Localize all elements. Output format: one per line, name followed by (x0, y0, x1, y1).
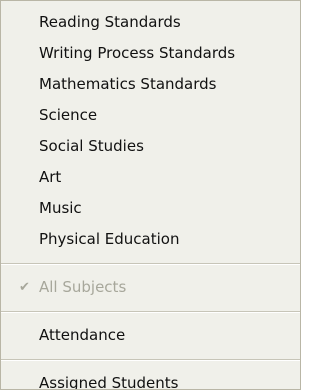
checkmark-icon: ✔ (19, 280, 30, 295)
menu-item-label: Attendance (39, 326, 126, 344)
menu-item-label: All Subjects (39, 278, 127, 296)
menu-item-mathematics-standards[interactable]: Mathematics Standards (1, 69, 300, 100)
menu-item-label: Assigned Students (39, 374, 179, 390)
menu-list: Reading Standards Writing Process Standa… (1, 7, 300, 390)
menu-item-label: Music (39, 199, 82, 217)
menu-item-label: Physical Education (39, 230, 180, 248)
menu-item-label: Art (39, 168, 62, 186)
menu-item-attendance[interactable]: Attendance (1, 320, 300, 351)
menu-item-physical-education[interactable]: Physical Education (1, 224, 300, 255)
menu-item-label: Science (39, 106, 98, 124)
menu-item-art[interactable]: Art (1, 162, 300, 193)
menu-separator (1, 359, 300, 361)
menu-item-label: Mathematics Standards (39, 75, 217, 93)
menu-separator (1, 311, 300, 313)
menu-item-label: Social Studies (39, 137, 144, 155)
menu-item-reading-standards[interactable]: Reading Standards (1, 7, 300, 38)
menu-item-science[interactable]: Science (1, 100, 300, 131)
menu-item-assigned-students[interactable]: Assigned Students (1, 368, 300, 390)
menu-separator (1, 263, 300, 265)
menu-item-label: Writing Process Standards (39, 44, 236, 62)
menu-item-music[interactable]: Music (1, 193, 300, 224)
menu-item-writing-process-standards[interactable]: Writing Process Standards (1, 38, 300, 69)
menu-item-label: Reading Standards (39, 13, 181, 31)
menu-item-all-subjects: ✔ All Subjects (1, 272, 300, 303)
context-menu: Reading Standards Writing Process Standa… (0, 0, 301, 390)
menu-item-social-studies[interactable]: Social Studies (1, 131, 300, 162)
